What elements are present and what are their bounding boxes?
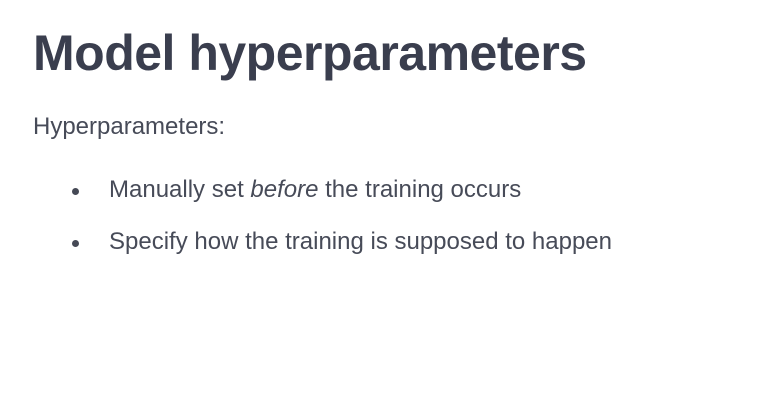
- slide: Model hyperparameters Hyperparameters: M…: [0, 0, 779, 404]
- bullet-dot-icon: [72, 188, 79, 195]
- bullet-emphasis: before: [250, 176, 319, 203]
- bullet-text: Specify how the training is supposed to …: [109, 228, 613, 255]
- bullet-text-part: the training occurs: [318, 176, 522, 203]
- bullet-text: Manually set before the training occurs: [109, 173, 521, 207]
- intro-text: Hyperparameters:: [33, 113, 226, 140]
- bullet-dot-icon: [72, 240, 79, 247]
- slide-title: Model hyperparameters: [33, 25, 587, 81]
- bullet-text-part: Manually set: [109, 176, 251, 203]
